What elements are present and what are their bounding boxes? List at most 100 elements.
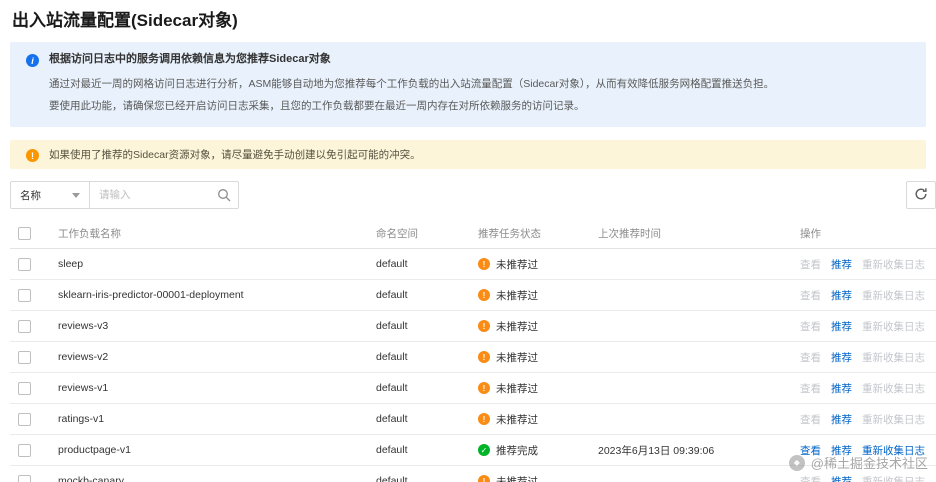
namespace-cell: default <box>376 382 408 394</box>
status-icon: ! <box>478 320 490 332</box>
recollect-logs-link[interactable]: 重新收集日志 <box>862 381 925 396</box>
table-row: productpage-v1 default ✓ 推荐完成 2023年6月13日… <box>10 435 936 466</box>
namespace-cell: default <box>376 413 408 425</box>
filter-field-label: 名称 <box>20 189 41 202</box>
namespace-cell: default <box>376 475 408 482</box>
row-checkbox-cell <box>10 412 58 426</box>
column-header-actions: 操作 <box>800 228 821 240</box>
recommend-link[interactable]: 推荐 <box>831 257 852 272</box>
warning-icon: ! <box>26 149 39 162</box>
row-checkbox[interactable] <box>18 288 31 302</box>
select-all-checkbox[interactable] <box>18 227 31 240</box>
row-checkbox[interactable] <box>18 412 31 426</box>
table-row: reviews-v2 default ! 未推荐过 查看 推荐 重新收集日志 <box>10 342 936 373</box>
row-checkbox-cell <box>10 474 58 482</box>
recollect-logs-link[interactable]: 重新收集日志 <box>862 257 925 272</box>
status-icon: ! <box>478 258 490 270</box>
recommend-link[interactable]: 推荐 <box>831 288 852 303</box>
status-cell: ! 未推荐过 <box>478 350 598 365</box>
row-checkbox[interactable] <box>18 350 31 364</box>
view-link[interactable]: 查看 <box>800 474 821 482</box>
row-checkbox-cell <box>10 443 58 457</box>
search-box <box>89 181 239 209</box>
status-label: 未推荐过 <box>496 382 538 395</box>
recollect-logs-link[interactable]: 重新收集日志 <box>862 350 925 365</box>
chevron-down-icon <box>72 192 80 198</box>
info-banner: i 根据访问日志中的服务调用依赖信息为您推荐Sidecar对象 通过对最近一周的… <box>10 42 926 127</box>
row-checkbox-cell <box>10 381 58 395</box>
view-link[interactable]: 查看 <box>800 288 821 303</box>
filter-bar: 名称 <box>10 181 936 209</box>
warning-banner: ! 如果使用了推荐的Sidecar资源对象，请尽量避免手动创建以免引起可能的冲突… <box>10 140 926 169</box>
status-cell: ! 未推荐过 <box>478 412 598 427</box>
refresh-icon <box>914 187 928 204</box>
namespace-cell: default <box>376 444 408 456</box>
status-cell: ! 未推荐过 <box>478 319 598 334</box>
recommend-link[interactable]: 推荐 <box>831 412 852 427</box>
view-link[interactable]: 查看 <box>800 319 821 334</box>
workload-name: reviews-v2 <box>58 351 109 363</box>
recollect-logs-link[interactable]: 重新收集日志 <box>862 474 925 482</box>
workload-name: ratings-v1 <box>58 413 105 425</box>
namespace-cell: default <box>376 289 408 301</box>
table-body: sleep default ! 未推荐过 查看 推荐 重新收集日志 sklear… <box>10 249 936 482</box>
filter-field-select[interactable]: 名称 <box>10 181 90 209</box>
status-cell: ! 未推荐过 <box>478 288 598 303</box>
status-label: 未推荐过 <box>496 320 538 333</box>
table-row: sklearn-iris-predictor-00001-deployment … <box>10 280 936 311</box>
row-checkbox-cell <box>10 350 58 364</box>
recommend-link[interactable]: 推荐 <box>831 381 852 396</box>
recollect-logs-link[interactable]: 重新收集日志 <box>862 412 925 427</box>
view-link[interactable]: 查看 <box>800 257 821 272</box>
status-icon: ! <box>478 351 490 363</box>
workload-name: productpage-v1 <box>58 444 131 456</box>
refresh-button[interactable] <box>906 181 936 209</box>
view-link[interactable]: 查看 <box>800 412 821 427</box>
status-icon: ! <box>478 382 490 394</box>
column-header-namespace: 命名空间 <box>376 228 418 240</box>
row-actions: 查看 推荐 重新收集日志 <box>800 350 936 365</box>
recommend-link[interactable]: 推荐 <box>831 350 852 365</box>
row-checkbox[interactable] <box>18 381 31 395</box>
search-icon[interactable] <box>217 188 231 202</box>
table-header: 工作负载名称 命名空间 推荐任务状态 上次推荐时间 操作 <box>10 219 936 249</box>
table-row: reviews-v1 default ! 未推荐过 查看 推荐 重新收集日志 <box>10 373 936 404</box>
column-header-status: 推荐任务状态 <box>478 228 541 240</box>
recommend-link[interactable]: 推荐 <box>831 474 852 482</box>
column-header-last-time: 上次推荐时间 <box>598 228 661 240</box>
view-link[interactable]: 查看 <box>800 443 821 458</box>
row-checkbox[interactable] <box>18 257 31 271</box>
view-link[interactable]: 查看 <box>800 350 821 365</box>
row-checkbox[interactable] <box>18 319 31 333</box>
recollect-logs-link[interactable]: 重新收集日志 <box>862 288 925 303</box>
row-actions: 查看 推荐 重新收集日志 <box>800 319 936 334</box>
row-actions: 查看 推荐 重新收集日志 <box>800 443 936 458</box>
status-icon: ! <box>478 413 490 425</box>
status-cell: ! 未推荐过 <box>478 381 598 396</box>
recollect-logs-link[interactable]: 重新收集日志 <box>862 319 925 334</box>
info-icon: i <box>26 54 39 67</box>
workload-name: mockb-canary <box>58 475 124 482</box>
recommend-link[interactable]: 推荐 <box>831 319 852 334</box>
table-row: ratings-v1 default ! 未推荐过 查看 推荐 重新收集日志 <box>10 404 936 435</box>
workload-name: reviews-v3 <box>58 320 109 332</box>
table-row: mockb-canary default ! 未推荐过 查看 推荐 重新收集日志 <box>10 466 936 482</box>
recommend-link[interactable]: 推荐 <box>831 443 852 458</box>
status-label: 未推荐过 <box>496 289 538 302</box>
row-actions: 查看 推荐 重新收集日志 <box>800 381 936 396</box>
row-actions: 查看 推荐 重新收集日志 <box>800 288 936 303</box>
row-checkbox[interactable] <box>18 474 31 482</box>
info-banner-line2: 要使用此功能，请确保您已经开启访问日志采集，且您的工作负载都要在最近一周内存在对… <box>49 100 585 112</box>
page: 出入站流量配置(Sidecar对象) i 根据访问日志中的服务调用依赖信息为您推… <box>0 0 936 482</box>
recollect-logs-link[interactable]: 重新收集日志 <box>862 443 925 458</box>
workload-table: 工作负载名称 命名空间 推荐任务状态 上次推荐时间 操作 sleep defau… <box>10 219 936 482</box>
info-banner-body: 根据访问日志中的服务调用依赖信息为您推荐Sidecar对象 通过对最近一周的网格… <box>49 52 774 117</box>
warning-text: 如果使用了推荐的Sidecar资源对象，请尽量避免手动创建以免引起可能的冲突。 <box>49 148 421 161</box>
status-cell: ! 未推荐过 <box>478 474 598 482</box>
table-row: reviews-v3 default ! 未推荐过 查看 推荐 重新收集日志 <box>10 311 936 342</box>
status-icon: ! <box>478 289 490 301</box>
row-checkbox[interactable] <box>18 443 31 457</box>
view-link[interactable]: 查看 <box>800 381 821 396</box>
status-cell: ✓ 推荐完成 <box>478 443 598 458</box>
namespace-cell: default <box>376 258 408 270</box>
